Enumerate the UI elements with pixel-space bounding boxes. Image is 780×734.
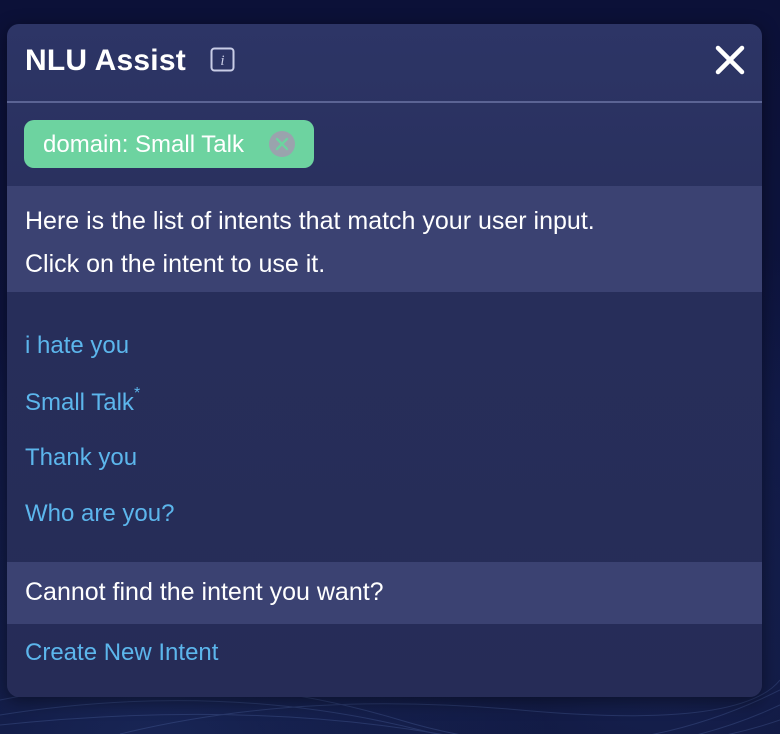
close-circle-icon[interactable] xyxy=(268,130,296,158)
intent-label: i hate you xyxy=(25,332,130,359)
intent-list: i hate you Small Talk* Thank you Who are… xyxy=(7,292,762,562)
intent-label: Thank you xyxy=(25,444,138,471)
panel-title: NLU Assist xyxy=(25,44,186,77)
intent-label: Small Talk xyxy=(25,389,134,416)
intent-item[interactable]: i hate you xyxy=(25,332,129,360)
instruction-banner: Here is the list of intents that match y… xyxy=(7,186,762,292)
intent-item[interactable]: Thank you xyxy=(25,444,137,472)
create-new-intent-link[interactable]: Create New Intent xyxy=(25,639,218,667)
nlu-assist-panel: NLU Assist i domain: Small Talk Here is … xyxy=(7,24,762,697)
custom-intent-marker: * xyxy=(133,385,141,402)
not-found-banner: Cannot find the intent you want? xyxy=(7,562,762,624)
intent-item[interactable]: Small Talk* xyxy=(25,385,141,417)
intent-item[interactable]: Who are you? xyxy=(25,500,174,528)
intent-label: Who are you? xyxy=(25,500,175,527)
instruction-line-1: Here is the list of intents that match y… xyxy=(25,207,595,235)
instruction-text: Here is the list of intents that match y… xyxy=(25,200,745,286)
instruction-line-2: Click on the intent to use it. xyxy=(25,250,326,278)
info-icon[interactable]: i xyxy=(210,47,235,72)
close-icon[interactable] xyxy=(710,40,750,80)
domain-filter-chip: domain: Small Talk xyxy=(24,120,314,168)
panel-header: NLU Assist i xyxy=(7,24,762,103)
chip-label: domain: Small Talk xyxy=(43,131,244,158)
svg-text:i: i xyxy=(220,53,224,69)
not-found-text: Cannot find the intent you want? xyxy=(25,578,384,606)
